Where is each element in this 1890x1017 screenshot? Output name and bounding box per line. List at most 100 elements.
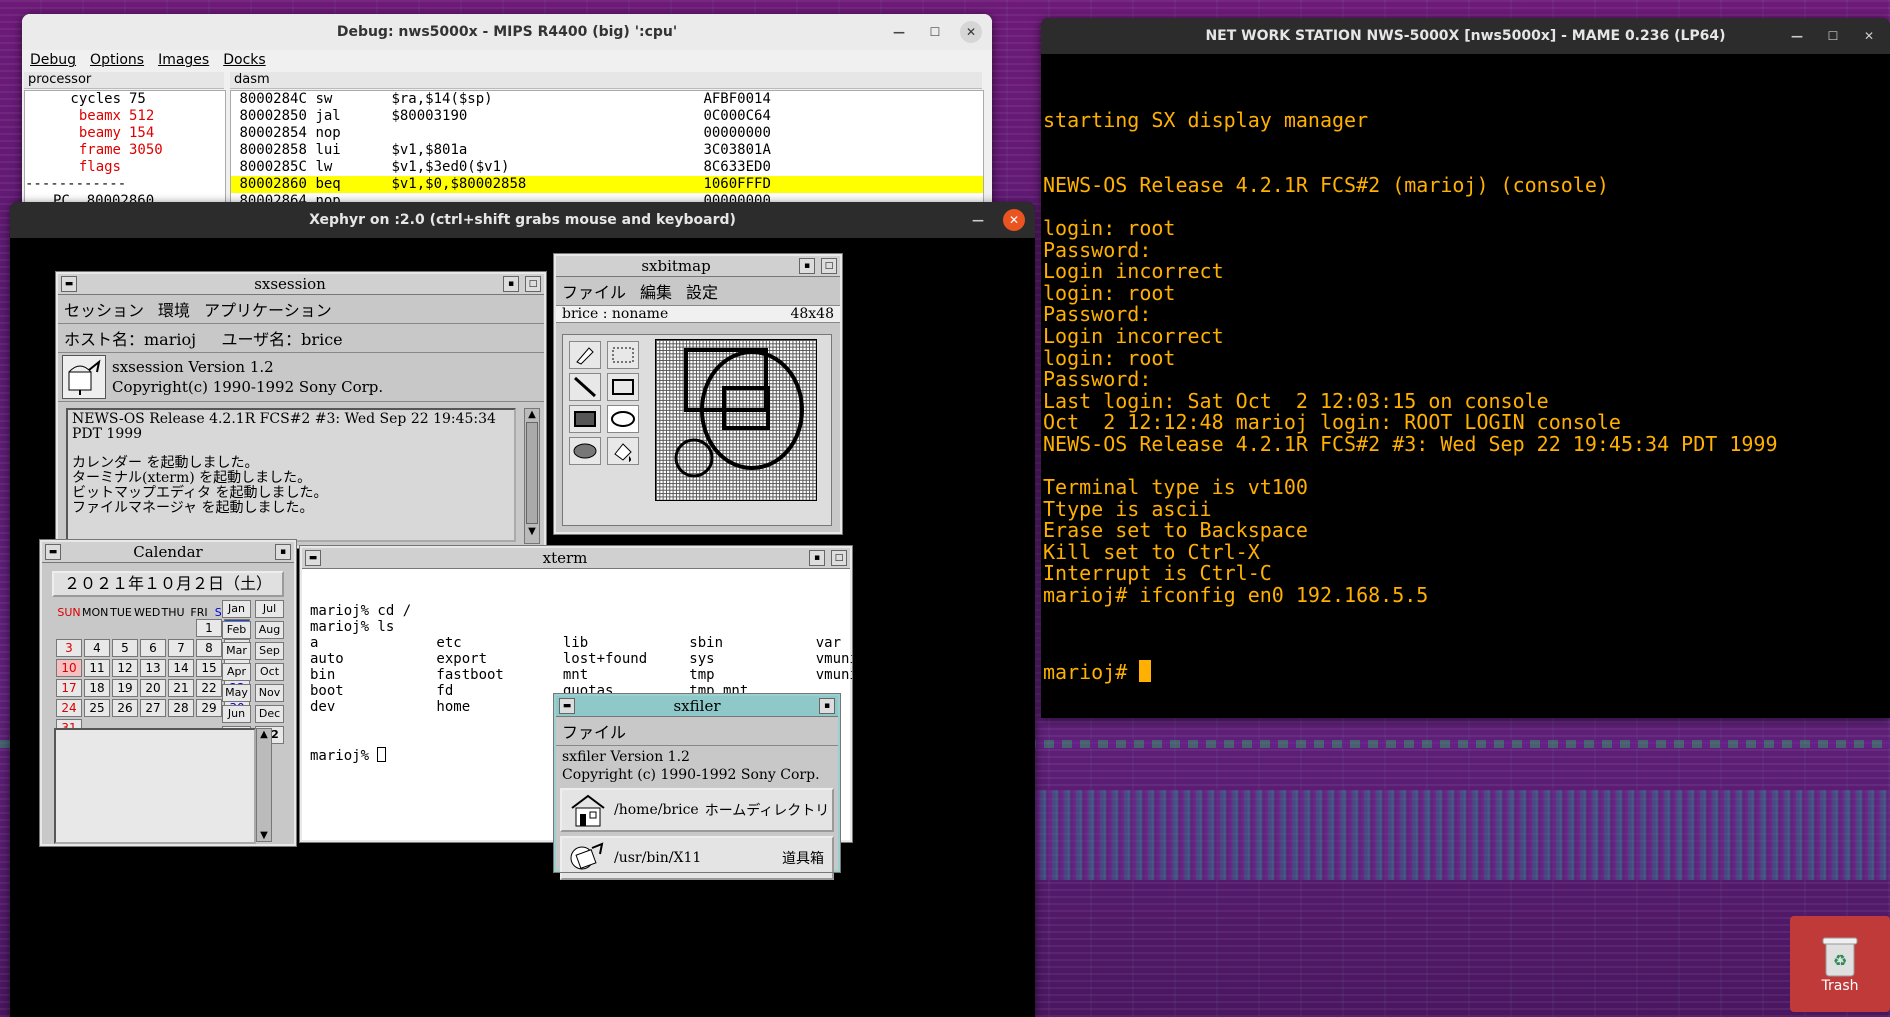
calendar-day[interactable]: 11	[84, 659, 110, 677]
calendar-day[interactable]: 4	[84, 639, 110, 657]
calendar-day[interactable]: 8	[196, 639, 222, 657]
menu-environment[interactable]: 環境	[158, 297, 190, 321]
menu-file[interactable]: ファイル	[562, 279, 626, 303]
iconify-button[interactable]: ▪	[809, 550, 825, 566]
calendar-day[interactable]: 6	[140, 639, 166, 657]
menu-session[interactable]: セッション	[64, 297, 144, 321]
maximize-button[interactable]: □	[831, 550, 847, 566]
session-log-scrollbar[interactable]: ▲ ▼	[524, 408, 540, 544]
calendar-day[interactable]: 5	[112, 639, 138, 657]
minimize-button[interactable]: —	[967, 209, 989, 231]
month-button[interactable]: Oct	[255, 663, 284, 681]
dasm-row[interactable]: 80002850 jal $80003190 0C000C64	[231, 108, 983, 125]
sxsession-titlebar[interactable]: ▬ sxsession ▪ □	[58, 274, 544, 295]
scroll-down-icon[interactable]: ▼	[525, 526, 539, 537]
dasm-row[interactable]: 80002860 beq $v1,$0,$80002858 1060FFFD	[231, 176, 983, 193]
maximize-button[interactable]: ☐	[924, 21, 946, 43]
calendar-day[interactable]: 1	[196, 619, 222, 637]
calendar-day[interactable]: 24	[56, 699, 82, 717]
calendar-day[interactable]: 27	[140, 699, 166, 717]
calendar-day[interactable]: 7	[168, 639, 194, 657]
tool-button[interactable]	[607, 437, 639, 465]
dasm-row[interactable]: 80002858 lui $v1,$801a 3C03801A	[231, 142, 983, 159]
month-button[interactable]: Sep	[255, 642, 284, 660]
iconify-button[interactable]: ▪	[275, 544, 291, 560]
mame-console[interactable]: starting SX display manager NEWS-OS Relea…	[1041, 54, 1890, 718]
calendar-day[interactable]: 12	[112, 659, 138, 677]
scroll-down-icon[interactable]: ▼	[257, 830, 271, 841]
minimize-button[interactable]: —	[1786, 25, 1808, 47]
calendar-day[interactable]: 19	[112, 679, 138, 697]
menu-options[interactable]: Options	[90, 52, 144, 68]
xephyr-titlebar[interactable]: Xephyr on :2.0 (ctrl+shift grabs mouse a…	[10, 202, 1035, 238]
debug-titlebar[interactable]: Debug: nws5000x - MIPS R4400 (big) ':cpu…	[22, 14, 992, 50]
menu-debug[interactable]: Debug	[30, 52, 76, 68]
tool-button[interactable]	[607, 405, 639, 433]
dasm-row[interactable]: 80002854 nop 00000000	[231, 125, 983, 142]
menu-applications[interactable]: アプリケーション	[204, 297, 332, 321]
calendar-notes[interactable]	[54, 728, 256, 844]
month-button[interactable]: Aug	[255, 621, 284, 639]
menu-docks[interactable]: Docks	[223, 52, 265, 68]
toolbox-button[interactable]: /usr/bin/X11 道具箱	[560, 836, 834, 880]
month-button[interactable]: Mar	[222, 642, 251, 660]
menu-images[interactable]: Images	[158, 52, 209, 68]
calendar-day[interactable]: 28	[168, 699, 194, 717]
calendar-day[interactable]: 14	[168, 659, 194, 677]
processor-pane[interactable]: cycles 75 beamx 512 beamy 154 frame 3050 flags -…	[24, 90, 226, 214]
mame-titlebar[interactable]: NET WORK STATION NWS-5000X [nws5000x] - …	[1041, 18, 1890, 54]
window-menu-button[interactable]: ▬	[45, 544, 61, 560]
calendar-day[interactable]: 17	[56, 679, 82, 697]
month-button[interactable]: Jun	[222, 705, 251, 723]
sxbitmap-titlebar[interactable]: sxbitmap ▪ □	[556, 256, 840, 277]
session-log[interactable]: NEWS-OS Release 4.2.1R FCS#2 #3: Wed Sep…	[66, 408, 516, 542]
scroll-thumb[interactable]	[526, 422, 538, 524]
tool-button[interactable]	[569, 437, 601, 465]
xterm-titlebar[interactable]: ▬ xterm ▪ □	[302, 548, 850, 569]
calendar-day[interactable]: 18	[84, 679, 110, 697]
calendar-day[interactable]: 10	[56, 659, 82, 677]
tool-button[interactable]	[607, 373, 639, 401]
iconify-button[interactable]: ▪	[799, 258, 815, 274]
calendar-day[interactable]: 22	[196, 679, 222, 697]
window-menu-button[interactable]: ▬	[559, 698, 575, 714]
iconify-button[interactable]: ▪	[503, 276, 519, 292]
month-button[interactable]: Jul	[255, 600, 284, 618]
iconify-button[interactable]: ▪	[819, 698, 835, 714]
window-menu-button[interactable]: ▬	[61, 276, 77, 292]
calendar-day[interactable]: 29	[196, 699, 222, 717]
tool-button[interactable]	[569, 405, 601, 433]
menu-edit[interactable]: 編集	[640, 279, 672, 303]
scroll-up-icon[interactable]: ▲	[257, 729, 271, 740]
close-button[interactable]: ✕	[1003, 209, 1025, 231]
menu-settings[interactable]: 設定	[686, 279, 718, 303]
dasm-row[interactable]: 8000285C lw $v1,$3ed0($v1) 8C633ED0	[231, 159, 983, 176]
close-button[interactable]: ✕	[1858, 25, 1880, 47]
calendar-day[interactable]: 25	[84, 699, 110, 717]
maximize-button[interactable]: □	[821, 258, 837, 274]
tool-button[interactable]	[569, 373, 601, 401]
month-button[interactable]: May	[222, 684, 251, 702]
calendar-day[interactable]: 3	[56, 639, 82, 657]
trash-launcher[interactable]: ♻ Trash	[1790, 916, 1890, 1012]
month-button[interactable]: Apr	[222, 663, 251, 681]
close-button[interactable]: ✕	[960, 21, 982, 43]
calendar-notes-scrollbar[interactable]: ▲ ▼	[256, 728, 272, 842]
dasm-row[interactable]: 8000284C sw $ra,$14($sp) AFBF0014	[231, 91, 983, 108]
scroll-up-icon[interactable]: ▲	[525, 409, 539, 420]
tool-button[interactable]	[569, 341, 601, 369]
month-button[interactable]: Dec	[255, 705, 284, 723]
calendar-day[interactable]: 26	[112, 699, 138, 717]
calendar-day[interactable]: 13	[140, 659, 166, 677]
sxfiler-titlebar[interactable]: ▬ sxfiler ▪	[556, 696, 838, 717]
calendar-date-button[interactable]: ２０２１年１０月２日（土）	[52, 571, 284, 597]
calendar-day[interactable]: 21	[168, 679, 194, 697]
month-button[interactable]: Jan	[222, 600, 251, 618]
menu-file[interactable]: ファイル	[562, 719, 626, 743]
calendar-titlebar[interactable]: ▬ Calendar ▪	[42, 542, 294, 563]
tool-button[interactable]	[607, 341, 639, 369]
maximize-button[interactable]: □	[525, 276, 541, 292]
xephyr-display[interactable]: ▬ sxsession ▪ □ セッション 環境 アプリケーション ホスト名：m…	[10, 238, 1035, 1017]
calendar-day[interactable]: 20	[140, 679, 166, 697]
calendar-day[interactable]: 15	[196, 659, 222, 677]
